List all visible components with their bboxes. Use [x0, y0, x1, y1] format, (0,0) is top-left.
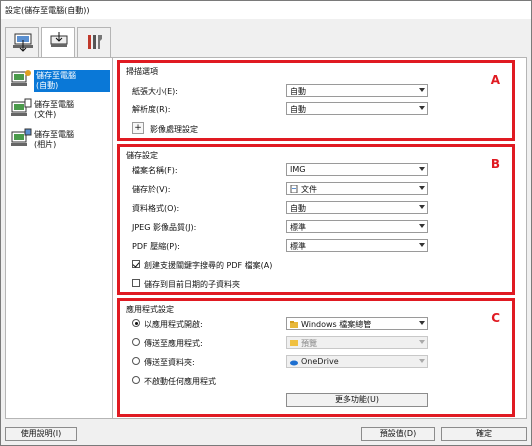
open-with-select[interactable]: Windows 檔案總管: [286, 317, 428, 330]
no-app-label[interactable]: 不啟動任何應用程式: [144, 376, 216, 387]
data-format-select[interactable]: 自動: [286, 201, 428, 214]
sidebar-item-label: 儲存至電腦 (文件): [34, 100, 74, 119]
tab-scan-from-panel[interactable]: [41, 27, 75, 58]
jpeg-quality-value: 標準: [290, 223, 306, 232]
subfolder-checkbox[interactable]: [132, 279, 140, 287]
chevron-down-icon: [419, 340, 425, 344]
send-to-folder-row: 傳送至資料夾: OneDrive: [132, 355, 432, 369]
preview-app-icon: [290, 340, 298, 346]
computer-document-icon: [11, 98, 32, 116]
resolution-label: 解析度(R):: [132, 105, 171, 114]
chevron-down-icon: [419, 88, 425, 92]
chevron-down-icon: [419, 321, 425, 325]
section-header: 應用程式設定: [126, 305, 174, 314]
computer-photo-icon: [11, 128, 32, 146]
chevron-down-icon: [419, 224, 425, 228]
image-processing-label[interactable]: 影像處理設定: [150, 124, 198, 135]
section-letter-c: C: [491, 311, 500, 325]
chevron-down-icon: [419, 186, 425, 190]
paper-size-select[interactable]: 自動: [286, 84, 428, 97]
resolution-select[interactable]: 自動: [286, 102, 428, 115]
send-to-app-value: 預覽: [301, 339, 317, 348]
chevron-down-icon: [419, 243, 425, 247]
save-in-value: 文件: [301, 185, 317, 194]
scanner-panel-icon: [50, 32, 68, 47]
window-title: 設定(儲存至電腦(自動)): [5, 6, 90, 15]
more-functions-button[interactable]: 更多功能(U): [286, 393, 428, 407]
chevron-down-icon: [419, 359, 425, 363]
subfolder-label: 儲存到目前日期的子資料夾: [144, 280, 240, 289]
computer-auto-icon: [11, 70, 31, 86]
save-in-select[interactable]: 文件: [286, 182, 428, 195]
help-button[interactable]: 使用說明(I): [5, 427, 77, 441]
pdf-compression-label: PDF 壓縮(P):: [132, 242, 180, 251]
sidebar-item-label: 儲存至電腦 (相片): [34, 130, 74, 149]
pdf-compression-value: 標準: [290, 242, 306, 251]
open-with-value: Windows 檔案總管: [301, 320, 372, 329]
application-settings-section: 應用程式設定 C 以應用程式開啟: Windows 檔案總管 傳送至應用程式: …: [117, 298, 515, 417]
save-settings-section: 儲存設定 B 檔案名稱(F): IMG 儲存於(V): 文件 資料格式(O): …: [117, 144, 515, 295]
send-to-folder-select[interactable]: OneDrive: [286, 355, 428, 368]
no-app-row: 不啟動任何應用程式: [132, 374, 432, 388]
chevron-down-icon: [419, 205, 425, 209]
open-with-row: 以應用程式開啟: Windows 檔案總管: [132, 317, 432, 331]
title-bar: 設定(儲存至電腦(自動)): [1, 1, 531, 19]
tab-general-settings[interactable]: [77, 27, 111, 57]
file-name-combo[interactable]: IMG: [286, 163, 428, 176]
send-to-app-row: 傳送至應用程式: 預覽: [132, 336, 432, 350]
resolution-value: 自動: [290, 105, 306, 114]
section-header: 儲存設定: [126, 151, 158, 160]
ok-button[interactable]: 確定: [441, 427, 527, 441]
expand-button[interactable]: +: [132, 122, 144, 134]
section-letter-b: B: [490, 157, 500, 171]
data-format-value: 自動: [290, 204, 306, 213]
computer-scan-icon: [13, 33, 33, 52]
chevron-down-icon: [419, 167, 425, 171]
send-to-app-radio[interactable]: [132, 338, 140, 346]
sidebar: 儲存至電腦 (自動) 儲存至電腦 (文件) 儲存至電腦 (相片): [5, 57, 113, 419]
section-header: 掃描選項: [126, 67, 158, 76]
chevron-down-icon: [419, 106, 425, 110]
tab-strip: [5, 27, 115, 58]
document-folder-icon: [290, 185, 298, 193]
send-to-app-label[interactable]: 傳送至應用程式:: [144, 338, 203, 349]
tab-scan-from-computer[interactable]: [5, 27, 39, 57]
section-letter-a: A: [490, 73, 500, 87]
save-in-label: 儲存於(V):: [132, 185, 171, 194]
scan-options-section: 掃描選項 A 紙張大小(E): 自動 解析度(R): 自動 + 影像處理設定: [117, 60, 515, 141]
defaults-button[interactable]: 預設值(D): [361, 427, 435, 441]
no-app-radio[interactable]: [132, 376, 140, 384]
open-with-radio[interactable]: [132, 319, 140, 327]
file-name-label: 檔案名稱(F):: [132, 166, 178, 175]
jpeg-quality-select[interactable]: 標準: [286, 220, 428, 233]
send-to-folder-label[interactable]: 傳送至資料夾:: [144, 357, 195, 368]
sidebar-item-auto[interactable]: 儲存至電腦 (自動): [10, 66, 110, 96]
keyword-pdf-checkbox[interactable]: [132, 260, 140, 268]
settings-window: 設定(儲存至電腦(自動)) 儲存至電腦 (自動) 儲存至電腦 (文件) 儲存至電…: [0, 0, 532, 446]
paper-size-label: 紙張大小(E):: [132, 87, 178, 96]
tools-icon: [88, 35, 102, 49]
sidebar-item-label: 儲存至電腦 (自動): [34, 70, 110, 92]
send-to-folder-value: OneDrive: [301, 357, 339, 366]
pdf-compression-select[interactable]: 標準: [286, 239, 428, 252]
data-format-label: 資料格式(O):: [132, 204, 180, 213]
open-with-label[interactable]: 以應用程式開啟:: [144, 319, 203, 330]
sidebar-item-photo[interactable]: 儲存至電腦 (相片): [10, 126, 110, 156]
onedrive-icon: [290, 360, 298, 366]
paper-size-value: 自動: [290, 87, 306, 96]
send-to-app-select[interactable]: 預覽: [286, 336, 428, 349]
file-name-value: IMG: [290, 165, 306, 174]
jpeg-quality-label: JPEG 影像品質(J):: [132, 223, 197, 232]
sidebar-item-document[interactable]: 儲存至電腦 (文件): [10, 96, 110, 126]
file-explorer-icon: [290, 321, 298, 328]
keyword-pdf-label: 創建支援關鍵字搜尋的 PDF 檔案(A): [144, 261, 273, 270]
send-to-folder-radio[interactable]: [132, 357, 140, 365]
